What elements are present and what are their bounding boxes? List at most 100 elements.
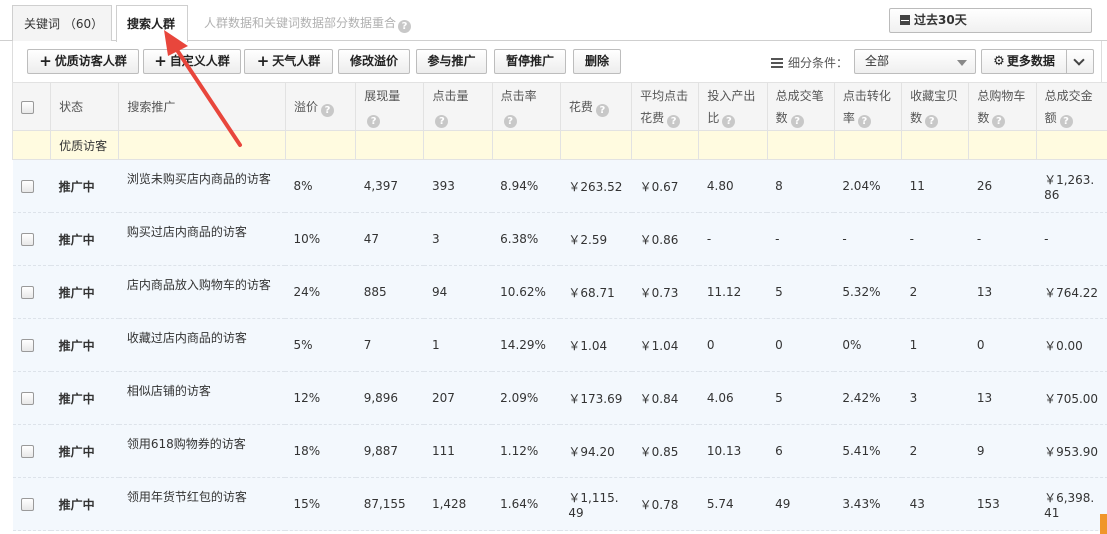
row-cvr: 0% <box>834 318 902 372</box>
side-tab-marker[interactable] <box>1100 514 1107 534</box>
row-roi: - <box>698 212 768 266</box>
select-all-checkbox[interactable] <box>21 100 34 114</box>
help-icon[interactable]: ? <box>435 114 449 128</box>
row-cpc: ￥1.04 <box>631 318 699 372</box>
group-cell <box>284 130 357 160</box>
help-icon[interactable]: ? <box>1059 114 1073 128</box>
table-row[interactable]: 推广中 领用年货节红包的访客 15% 87,155 1,428 1.64% ￥1… <box>12 477 1107 531</box>
header-roi-line1: 投入产出 <box>707 88 756 103</box>
date-range-button[interactable]: 过去30天 <box>889 8 1092 33</box>
add-quality-visitors-button[interactable]: + 优质访客人群 <box>27 49 139 74</box>
header-cvr[interactable]: 点击转化率? <box>833 82 903 131</box>
add-weather-crowd-button[interactable]: + 天气人群 <box>244 49 333 74</box>
row-select[interactable] <box>12 318 51 372</box>
filter-select[interactable]: 全部 <box>854 49 976 74</box>
table-row[interactable]: 推广中 浏览未购买店内商品的访客 8% 4,397 393 8.94% ￥263… <box>12 159 1107 213</box>
header-impressions[interactable]: 展现量? <box>355 82 425 131</box>
row-deals: 49 <box>767 477 835 531</box>
row-checkbox[interactable] <box>20 392 34 405</box>
crowd-table: 状态 搜索推广 溢价? 展现量? 点击量? 点击率? 花费? 平均点击 花费? 投… <box>11 82 1107 531</box>
help-icon[interactable]: ? <box>503 114 517 128</box>
row-premium[interactable]: 5% <box>285 318 356 372</box>
help-icon[interactable]: ? <box>667 114 681 128</box>
filter-label: 细分条件： <box>771 54 848 71</box>
more-data-dropdown[interactable] <box>1067 49 1094 74</box>
row-deals: - <box>767 212 835 266</box>
campaign-page: 关键词 （60） 搜索人群 人群数据和关键词数据部分数据重合? 过去30天 + 优… <box>0 0 1107 534</box>
join-promotion-button[interactable]: 参与推广 <box>416 49 487 74</box>
help-icon[interactable]: ? <box>857 114 871 128</box>
more-data-button[interactable]: ⚙ 更多数据 <box>981 49 1067 74</box>
row-cost: ￥263.52 <box>560 159 632 213</box>
row-select[interactable] <box>12 371 51 425</box>
row-name: 购买过店内商品的访客 <box>118 212 286 266</box>
row-premium[interactable]: 8% <box>285 159 356 213</box>
row-premium[interactable]: 12% <box>285 371 356 425</box>
tab-search-crowd-label: 搜索人群 <box>127 17 176 31</box>
header-cart[interactable]: 总购物车数? <box>968 82 1037 131</box>
row-checkbox[interactable] <box>20 339 34 352</box>
row-checkbox[interactable] <box>20 233 34 246</box>
row-select[interactable] <box>12 212 51 266</box>
tab-keywords[interactable]: 关键词 （60） <box>12 5 112 41</box>
add-custom-crowd-button[interactable]: + 自定义人群 <box>143 49 241 74</box>
group-label-text: 优质访客 <box>59 138 108 153</box>
row-premium[interactable]: 10% <box>285 212 356 266</box>
row-name: 相似店铺的访客 <box>118 371 286 425</box>
header-ctr[interactable]: 点击率? <box>491 82 561 131</box>
header-premium[interactable]: 溢价? <box>284 82 357 131</box>
row-clicks: 393 <box>423 159 493 213</box>
header-status-label: 状态 <box>59 99 84 114</box>
header-select-all[interactable] <box>11 82 52 131</box>
row-select[interactable] <box>12 265 51 319</box>
row-checkbox[interactable] <box>20 445 34 458</box>
header-deals[interactable]: 总成交笔数? <box>766 82 835 131</box>
table-row[interactable]: 推广中 购买过店内商品的访客 10% 47 3 6.38% ￥2.59 ￥0.8… <box>12 212 1107 266</box>
modify-premium-button[interactable]: 修改溢价 <box>338 49 410 74</box>
header-deals-line1: 总成交笔 <box>775 88 824 103</box>
toolbar: + 优质访客人群 + 自定义人群 + 天气人群 修改溢价 参与推广 暂停推广 删除 细… <box>12 41 1102 82</box>
row-impressions: 885 <box>355 265 424 319</box>
help-icon[interactable]: ? <box>722 114 736 128</box>
row-premium[interactable]: 18% <box>285 424 356 478</box>
row-checkbox[interactable] <box>20 180 34 193</box>
help-icon[interactable]: ? <box>595 103 609 117</box>
row-select[interactable] <box>12 424 51 478</box>
group-cell <box>631 130 700 160</box>
header-gmv-line2: 额 <box>1044 110 1057 125</box>
header-cvr-line1: 点击转化 <box>842 88 891 103</box>
help-icon[interactable]: ? <box>367 114 381 128</box>
tab-hint-text: 人群数据和关键词数据部分数据重合 <box>204 16 397 30</box>
table-row[interactable]: 推广中 领用618购物券的访客 18% 9,887 111 1.12% ￥94.… <box>12 424 1107 478</box>
row-impressions: 4,397 <box>355 159 424 213</box>
row-cpc: ￥0.85 <box>631 424 699 478</box>
help-icon[interactable]: ? <box>398 20 412 33</box>
row-checkbox[interactable] <box>20 286 34 299</box>
row-select[interactable] <box>12 159 51 213</box>
row-cost: ￥173.69 <box>560 371 632 425</box>
pause-promotion-button[interactable]: 暂停推广 <box>494 49 566 74</box>
table-row[interactable]: 推广中 相似店铺的访客 12% 9,896 207 2.09% ￥173.69 … <box>12 371 1107 425</box>
header-favorites[interactable]: 收藏宝贝数? <box>901 82 970 131</box>
row-select[interactable] <box>12 477 51 531</box>
header-roi[interactable]: 投入产出比? <box>698 82 768 131</box>
row-ctr: 1.12% <box>492 424 561 478</box>
header-clicks[interactable]: 点击量? <box>423 82 493 131</box>
header-gmv[interactable]: 总成交金额? <box>1035 82 1107 131</box>
header-cost[interactable]: 花费? <box>559 82 633 131</box>
row-checkbox[interactable] <box>20 498 34 511</box>
add-weather-crowd-label: 天气人群 <box>272 54 321 68</box>
table-row[interactable]: 推广中 店内商品放入购物车的访客 24% 885 94 10.62% ￥68.7… <box>12 265 1107 319</box>
header-favorites-line1: 收藏宝贝 <box>910 88 959 103</box>
delete-button[interactable]: 删除 <box>573 49 621 74</box>
header-avg-cpc[interactable]: 平均点击 花费? <box>631 82 700 131</box>
row-premium[interactable]: 24% <box>285 265 356 319</box>
tab-bar: 关键词 （60） 搜索人群 人群数据和关键词数据部分数据重合? 过去30天 <box>0 0 1107 42</box>
row-premium[interactable]: 15% <box>285 477 356 531</box>
help-icon[interactable]: ? <box>320 103 334 117</box>
table-row[interactable]: 推广中 收藏过店内商品的访客 5% 7 1 14.29% ￥1.04 ￥1.04… <box>12 318 1107 372</box>
help-icon[interactable]: ? <box>992 114 1006 128</box>
help-icon[interactable]: ? <box>925 114 939 128</box>
help-icon[interactable]: ? <box>790 114 804 128</box>
tab-search-crowd[interactable]: 搜索人群 <box>116 5 188 42</box>
